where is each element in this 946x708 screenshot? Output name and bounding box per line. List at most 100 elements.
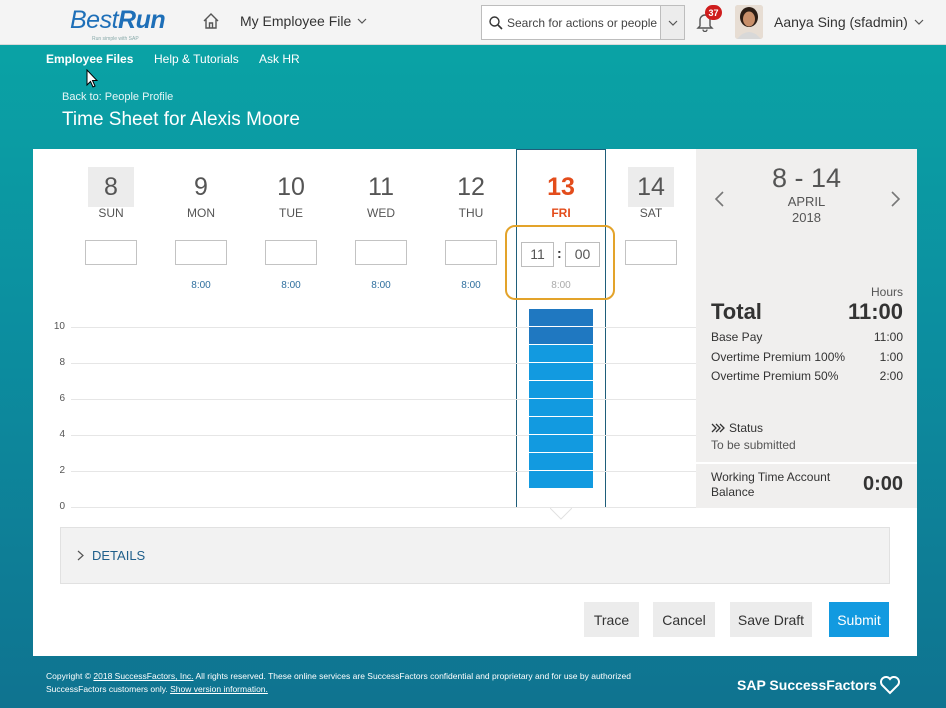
day-number-tue[interactable]: 10	[268, 167, 314, 207]
bar-hour-segment	[529, 471, 593, 489]
bestrun-logo[interactable]: BestRun Run simple with SAP	[70, 6, 166, 42]
pay-row-base: Base Pay 11:00	[711, 330, 903, 344]
copyright-link[interactable]: 2018 SuccessFactors, Inc.	[93, 671, 193, 681]
grid-line	[71, 507, 697, 508]
pay-row-label: Overtime Premium 50%	[711, 369, 839, 383]
chevron-down-icon	[914, 19, 924, 25]
brand-name: SAP SuccessFactors	[737, 677, 877, 693]
timesheet-card: 8 SUN 9 MON 10 TUE 11 WED 12 THU 13 FRI …	[33, 149, 917, 656]
working-time-account: Working Time Account Balance 0:00	[696, 462, 917, 508]
submit-button[interactable]: Submit	[829, 602, 889, 637]
day-name-sat: SAT	[639, 206, 663, 220]
copyright-prefix: Copyright ©	[46, 671, 92, 681]
cancel-button[interactable]: Cancel	[653, 602, 715, 637]
day-number-wed[interactable]: 11	[358, 167, 404, 207]
grid-line	[71, 327, 697, 328]
y-axis-label: 6	[59, 393, 65, 404]
details-label: DETAILS	[92, 548, 146, 563]
pay-row-label: Base Pay	[711, 330, 763, 344]
nav-employee-files[interactable]: Employee Files	[46, 52, 133, 66]
planned-hours-wed: 8:00	[371, 280, 391, 291]
pay-row-value: 2:00	[879, 369, 903, 383]
back-link[interactable]: Back to: People Profile	[62, 91, 173, 103]
hours-chart: 10 8 6 4 2 0	[33, 309, 697, 519]
planned-hours-tue: 8:00	[281, 280, 301, 291]
avatar[interactable]	[735, 5, 763, 39]
day-number-mon[interactable]: 9	[178, 167, 224, 207]
module-menu[interactable]: My Employee File	[240, 13, 367, 29]
save-draft-button[interactable]: Save Draft	[730, 602, 812, 637]
footer-copyright: Copyright © 2018 SuccessFactors, Inc. Al…	[46, 670, 686, 696]
search-box[interactable]	[481, 5, 685, 40]
time-separator: :	[557, 245, 562, 261]
home-icon[interactable]	[202, 12, 220, 30]
chevron-down-icon	[668, 20, 677, 26]
page-title: Time Sheet for Alexis Moore	[62, 109, 300, 130]
grid-line	[71, 471, 697, 472]
bar-hour-segment	[529, 399, 593, 417]
day-name-mon: MON	[187, 206, 215, 220]
logo-tagline: Run simple with SAP	[92, 36, 139, 42]
minutes-field-fri[interactable]: 00	[565, 242, 600, 267]
chevron-right-icon	[77, 550, 84, 561]
y-axis-label: 2	[59, 465, 65, 476]
show-version-link[interactable]: Show version information.	[170, 684, 268, 694]
grid-line	[71, 435, 697, 436]
y-axis-label: 10	[53, 321, 65, 332]
time-input-sun[interactable]	[85, 240, 137, 265]
planned-hours-mon: 8:00	[191, 280, 211, 291]
chevron-down-icon	[357, 18, 367, 24]
week-range: 8 - 14	[771, 163, 842, 193]
bar-hour-segment	[529, 381, 593, 399]
day-number-sun[interactable]: 8	[88, 167, 134, 207]
week-year: 2018	[792, 210, 821, 225]
pay-row-value: 1:00	[879, 350, 903, 364]
grid-line	[71, 399, 697, 400]
trace-button[interactable]: Trace	[584, 602, 639, 637]
pay-row-value: 11:00	[873, 330, 903, 344]
y-axis-label: 8	[59, 357, 65, 368]
notification-badge: 37	[705, 5, 722, 20]
mouse-cursor-icon	[86, 69, 98, 88]
pay-row-overtime-50: Overtime Premium 50% 2:00	[711, 369, 903, 383]
bar-hour-segment	[529, 435, 593, 453]
time-input-wed[interactable]	[355, 240, 407, 265]
bar-hour-segment	[529, 417, 593, 435]
avatar-portrait-icon	[735, 5, 763, 39]
time-input-thu[interactable]	[445, 240, 497, 265]
total-label: Total	[711, 299, 762, 324]
nav-ask-hr[interactable]: Ask HR	[259, 52, 300, 66]
bar-hour-segment	[529, 345, 593, 363]
working-time-account-label: Working Time Account Balance	[711, 470, 831, 499]
search-input[interactable]	[507, 15, 663, 30]
hours-column-header: Hours	[870, 285, 903, 299]
user-menu[interactable]: Aanya Sing (sfadmin)	[774, 14, 924, 30]
time-input-sat[interactable]	[625, 240, 677, 265]
nav-help-tutorials[interactable]: Help & Tutorials	[154, 52, 239, 66]
details-expander[interactable]: DETAILS	[60, 527, 890, 584]
day-number-thu[interactable]: 12	[448, 167, 494, 207]
pay-row-overtime-100: Overtime Premium 100% 1:00	[711, 350, 903, 364]
hours-field-fri[interactable]: 11	[521, 242, 554, 267]
secondary-nav: Employee Files Help & Tutorials Ask HR	[0, 45, 946, 75]
day-number-sat[interactable]: 14	[628, 167, 674, 207]
time-input-mon[interactable]	[175, 240, 227, 265]
status-header[interactable]: Status	[711, 421, 763, 435]
week-summary-panel: 8 - 14 APRIL 2018 Hours Total 11:00 Base…	[696, 149, 917, 508]
day-name-thu: THU	[458, 206, 484, 220]
search-icon	[485, 6, 507, 39]
selection-notch-icon	[550, 508, 572, 520]
week-month: APRIL	[787, 194, 826, 209]
user-name: Aanya Sing (sfadmin)	[774, 14, 908, 30]
status-label: Status	[729, 421, 764, 435]
day-name-tue: TUE	[279, 206, 303, 220]
pay-row-label: Overtime Premium 100%	[711, 350, 846, 364]
working-time-account-value: 0:00	[862, 473, 903, 495]
planned-hours-fri: 8:00	[551, 280, 571, 291]
time-input-tue[interactable]	[265, 240, 317, 265]
search-dropdown-button[interactable]	[660, 6, 684, 39]
y-axis-label: 0	[59, 501, 65, 512]
friday-hours-bar[interactable]	[529, 309, 593, 507]
bar-hour-segment	[529, 363, 593, 381]
status-value: To be submitted	[711, 438, 796, 452]
